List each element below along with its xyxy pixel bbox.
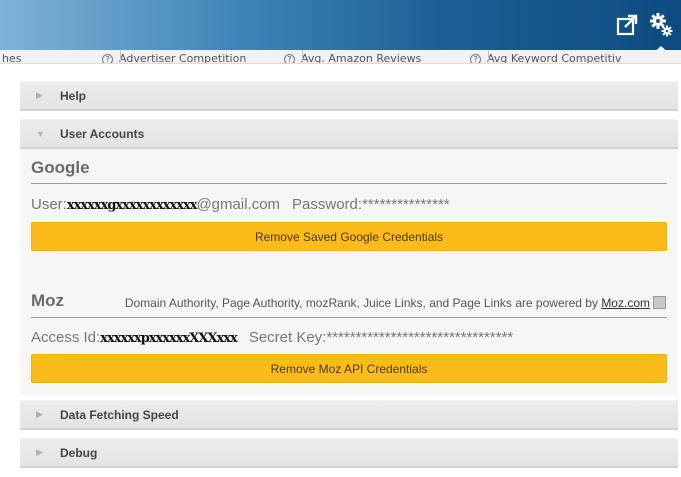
triangle-right-icon: ▶ <box>36 90 43 100</box>
column-header[interactable]: ? Advertiser Competition <box>102 52 246 63</box>
moz-section-title: Moz <box>31 291 65 310</box>
triangle-right-icon: ▶ <box>36 447 43 457</box>
divider <box>31 183 667 184</box>
column-header-strip: hes ? Advertiser Competition ? Avg. Amazon… <box>0 50 681 64</box>
help-icon: ? <box>470 54 481 63</box>
external-link-icon <box>616 14 638 36</box>
column-header[interactable]: ? Avg. Amazon Reviews <box>284 52 421 63</box>
password-value: *************** <box>362 196 450 213</box>
access-id-label: Access Id: <box>31 329 101 346</box>
column-header[interactable]: ? Avg Keyword Competitiv <box>470 52 621 63</box>
accordion-user-accounts[interactable]: ▼ User Accounts <box>20 119 678 149</box>
divider <box>31 317 667 318</box>
column-header[interactable]: hes <box>2 52 21 63</box>
secret-key-value: ******************************** <box>326 329 514 346</box>
accordion-help[interactable]: ▶ Help <box>20 81 678 111</box>
moz-credentials: Access Id:xxxxxxpxxxxxxXXXxxx Secret Key:… <box>31 329 513 346</box>
masked-user: xxxxxxgxxxxxxxxxxxx <box>66 198 198 213</box>
user-label: User: <box>31 196 67 213</box>
triangle-down-icon: ▼ <box>36 128 45 139</box>
triangle-right-icon: ▶ <box>36 409 43 419</box>
masked-access-id: xxxxxxpxxxxxxXXXxxx <box>100 331 238 346</box>
help-icon: ? <box>284 54 295 63</box>
accordion-label: User Accounts <box>60 126 145 141</box>
secret-key-label: Secret Key: <box>248 329 327 346</box>
accordion-label: Data Fetching Speed <box>60 407 179 422</box>
accordion-data-fetching-speed[interactable]: ▶ Data Fetching Speed <box>20 400 678 430</box>
moz-powered-by: Domain Authority, Page Authority, mozRan… <box>125 296 666 310</box>
settings-button[interactable] <box>646 8 676 56</box>
accordion-debug[interactable]: ▶ Debug <box>20 438 678 468</box>
moz-link[interactable]: Moz.com <box>601 296 650 310</box>
help-icon: ? <box>102 54 113 63</box>
settings-panel: ▶ Help ▼ User Accounts Google User:xxxxx… <box>0 64 681 477</box>
powered-text: Domain Authority, Page Authority, mozRan… <box>124 296 602 310</box>
remove-google-credentials-button[interactable]: Remove Saved Google Credentials <box>31 222 667 251</box>
top-banner <box>0 0 681 56</box>
open-external-button[interactable] <box>612 8 642 42</box>
accordion-label: Debug <box>60 445 98 460</box>
google-section-title: Google <box>31 158 90 177</box>
google-credentials: User:xxxxxxgxxxxxxxxxxxx@gmail.com Passwo… <box>31 196 450 213</box>
remove-moz-credentials-button[interactable]: Remove Moz API Credentials <box>31 354 667 383</box>
accordion-label: Help <box>60 88 87 103</box>
moz-logo-icon <box>653 296 666 309</box>
gear-icon <box>650 13 673 37</box>
user-accounts-content: Google User:xxxxxxgxxxxxxxxxxxx@gmail.co… <box>20 149 678 395</box>
user-domain: @gmail.com <box>196 196 281 213</box>
password-label: Password: <box>292 196 363 213</box>
